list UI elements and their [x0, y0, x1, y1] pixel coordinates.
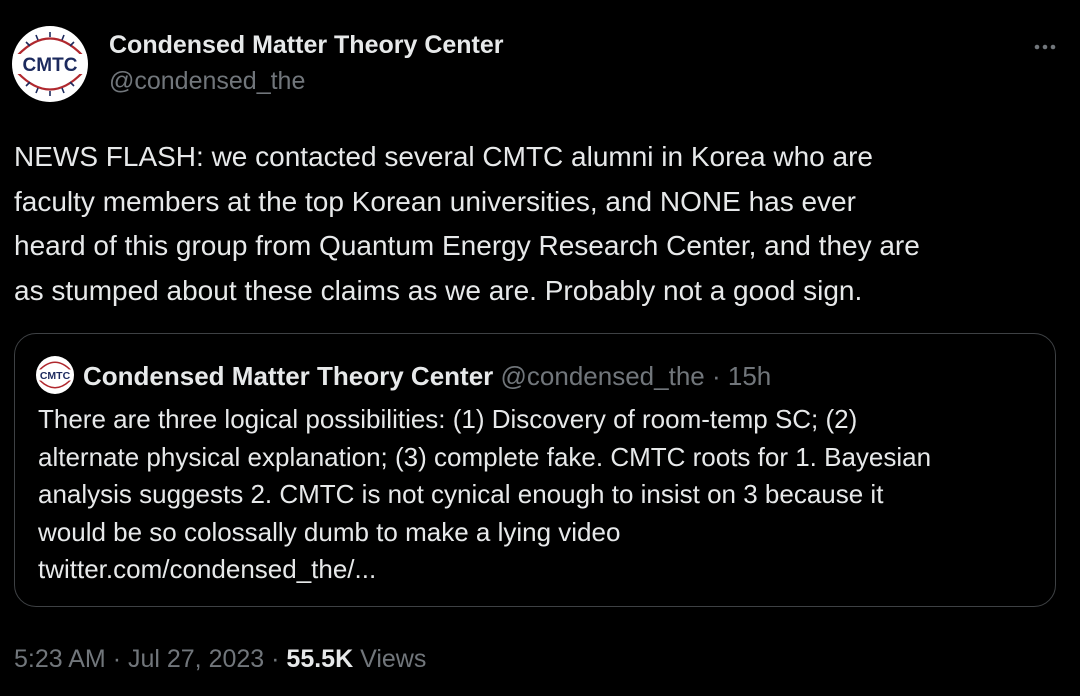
quote-link[interactable]: twitter.com/condensed_the/...: [38, 551, 1038, 589]
avatar[interactable]: CMTC: [12, 26, 88, 102]
author-handle[interactable]: @condensed_the: [109, 65, 504, 97]
quote-avatar: CMTC: [36, 356, 74, 394]
tweet-text-line: faculty members at the top Korean univer…: [14, 185, 856, 217]
footer-separator: ·: [271, 645, 280, 673]
tweet-footer: 5:23 AM · Jul 27, 2023 · 55.5K Views: [14, 642, 426, 676]
footer-separator: ·: [112, 645, 122, 673]
quote-text: There are three logical possibilities: (…: [38, 401, 1038, 589]
quote-time: 15h: [727, 361, 772, 391]
author-display-name[interactable]: Condensed Matter Theory Center: [109, 29, 504, 61]
quote-text-line: would be so colossally dumb to make a ly…: [38, 516, 621, 547]
quote-handle: @condensed_the: [500, 361, 705, 391]
tweet-text-line: heard of this group from Quantum Energy …: [14, 230, 920, 261]
tweet-header: CMTC Condensed Matter Theory Center @con…: [12, 24, 1068, 104]
svg-text:CMTC: CMTC: [23, 55, 78, 76]
cmtc-logo-icon: CMTC: [13, 28, 87, 100]
tweet-text: NEWS FLASH: we contacted several CMTC al…: [14, 135, 1064, 313]
quote-display-name: Condensed Matter Theory Center: [83, 361, 494, 391]
quote-text-line: analysis suggests 2. CMTC is not cynical…: [38, 479, 884, 509]
quote-separator: ·: [711, 361, 721, 391]
quote-header: Condensed Matter Theory Center @condense…: [83, 359, 771, 393]
tweet-date[interactable]: Jul 27, 2023: [128, 645, 264, 673]
cmtc-logo-icon: CMTC: [36, 357, 74, 393]
quote-text-line: There are three logical possibilities: (…: [38, 404, 858, 434]
views-label: Views: [360, 645, 427, 673]
tweet: CMTC Condensed Matter Theory Center @con…: [0, 0, 1080, 696]
quote-text-line: alternate physical explanation; (3) comp…: [38, 441, 932, 472]
tweet-text-line: NEWS FLASH: we contacted several CMTC al…: [14, 141, 873, 172]
tweet-time[interactable]: 5:23 AM: [14, 645, 106, 673]
quoted-tweet[interactable]: CMTC Condensed Matter Theory Center @con…: [14, 333, 1056, 607]
tweet-text-line: as stumped about these claims as we are.…: [14, 274, 863, 306]
more-horizontal-icon[interactable]: [1030, 32, 1060, 62]
author-names: Condensed Matter Theory Center @condense…: [109, 29, 504, 97]
views-count: 55.5K: [286, 645, 354, 673]
svg-text:CMTC: CMTC: [40, 370, 71, 382]
